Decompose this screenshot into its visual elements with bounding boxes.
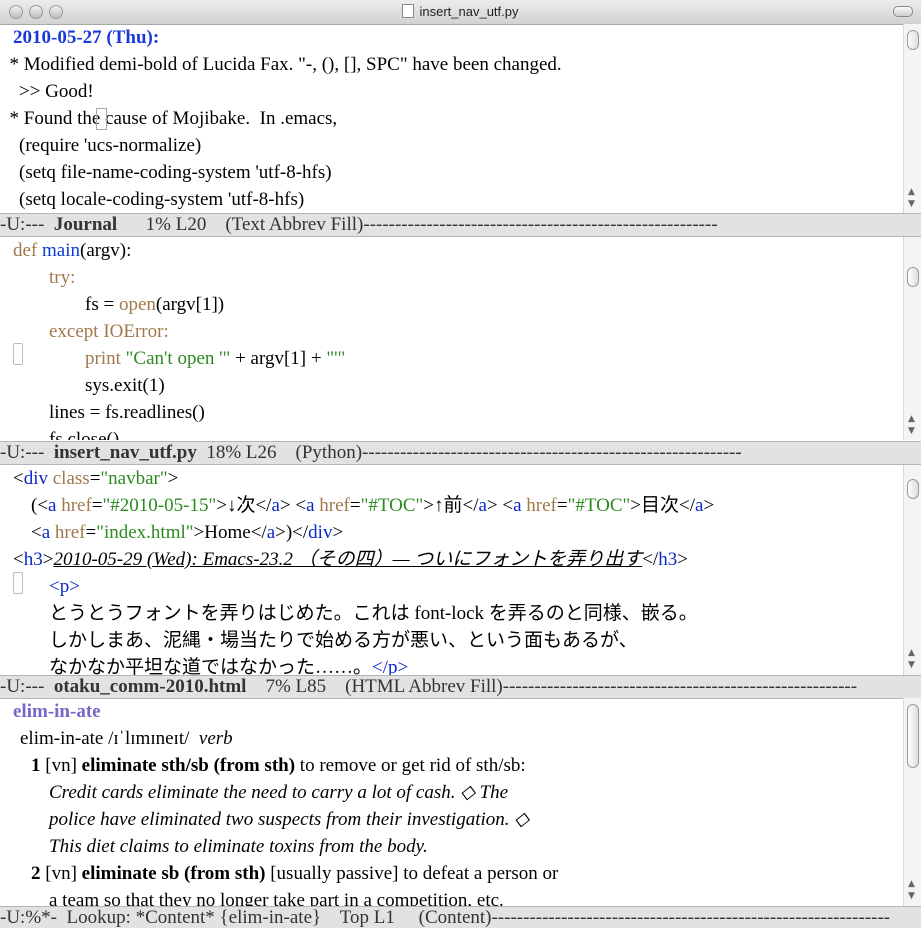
python-pane[interactable]: def main(argv): try: fs = open(argv[1]) … [0,237,904,440]
code-line-5: print "Can't open '" + argv[1] + "'" [85,348,346,369]
journal-scroll-thumb[interactable] [907,30,919,50]
lookup-sense-2: 2 [vn] eliminate sb (from sth) [usually … [31,863,559,884]
lookup-headword: elim-in-ate [13,701,101,722]
journal-line-4: (require 'ucs-normalize) [0,135,202,156]
journal-date-heading: 2010-05-27 (Thu): [13,27,160,48]
code-line-6: sys.exit(1) [85,375,165,396]
scroll-up-arrow-icon[interactable]: ▲ [908,188,915,197]
python-modeline: -U:--- insert_nav_utf.py 18% L26 (Python… [0,441,921,465]
lookup-sense-1: 1 [vn] eliminate sth/sb (from sth) to re… [31,755,526,776]
document-icon [402,4,415,18]
lookup-example-1: Credit cards eliminate the need to carry… [49,782,509,803]
html-line-3: <a href="index.html">Home</a>)</div> [31,522,344,543]
scroll-up-arrow-icon[interactable]: ▲ [908,649,915,658]
lookup-example-2: police have eliminated two suspects from… [49,809,529,830]
python-scrollbar[interactable]: ▲ ▼ [903,237,921,440]
html-modeline: -U:--- otaku_comm-2010.html 7% L85 (HTML… [0,675,921,699]
lookup-scrollbar[interactable]: ▲ ▼ [903,698,921,906]
journal-line-1: * Modified demi-bold of Lucida Fax. "-, … [0,54,562,75]
journal-line-6: (setq locale-coding-system 'utf-8-hfs) [0,189,305,210]
html-line-4: <h3>2010-05-29 (Wed): Emacs-23.2 （その四）— … [13,549,688,570]
text-cursor [96,108,107,130]
minibuffer[interactable] [0,928,921,950]
scroll-down-arrow-icon[interactable]: ▼ [908,200,915,209]
journal-scrollbar[interactable]: ▲ ▼ [903,24,921,213]
journal-line-5: (setq file-name-coding-system 'utf-8-hfs… [0,162,332,183]
window-title-area: insert_nav_utf.py [0,4,921,19]
toolbar-toggle-button[interactable] [893,6,913,17]
html-line-2: (<a href="#2010-05-15">↓次</a> <a href="#… [31,495,715,516]
lookup-pane[interactable]: elim-in-ate elim-in-ate /ɪˈlɪmɪneɪt/ ver… [0,698,904,906]
scroll-down-arrow-icon[interactable]: ▼ [908,892,915,901]
code-line-3: fs = open(argv[1]) [85,294,225,315]
python-scroll-thumb[interactable] [907,267,919,287]
scroll-up-arrow-icon[interactable]: ▲ [908,880,915,889]
code-line-4: except IOError: [49,321,169,342]
scroll-down-arrow-icon[interactable]: ▼ [908,661,915,670]
html-line-7: しかしまあ、泥縄・場当たりで始める方が悪い、という面もあるが、 [49,630,638,651]
lookup-example-3: This diet claims to eliminate toxins fro… [49,836,428,857]
html-line-5: <p> [49,576,80,597]
window-titlebar: insert_nav_utf.py [0,0,921,25]
lookup-pronunciation: elim-in-ate /ɪˈlɪmɪneɪt/ verb [20,728,233,749]
journal-modeline: -U:--- Journal 1% L20 (Text Abbrev Fill)… [0,213,921,237]
journal-line-3: * Found the cause of Mojibake. In .emacs… [0,108,338,129]
lookup-scroll-thumb[interactable] [907,704,919,768]
lookup-modeline: -U:%*- Lookup: *Content* {elim-in-ate} T… [0,906,921,930]
journal-line-2: >> Good! [0,81,94,102]
lookup-sense-2-cont: a team so that they no longer take part … [49,890,504,906]
fringe-marker-icon [13,572,23,594]
code-line-1: def main(argv): [13,240,132,261]
fringe-marker-icon [13,343,23,365]
html-line-6: とうとうフォントを弄りはじめた。これは font-lock を弄るのと同様、嵌る… [49,603,698,624]
html-line-1: <div class="navbar"> [13,468,179,489]
code-line-7: lines = fs.readlines() [49,402,205,423]
scroll-down-arrow-icon[interactable]: ▼ [908,427,915,436]
window-title: insert_nav_utf.py [419,4,519,19]
code-line-2: try: [49,267,76,288]
html-pane[interactable]: <div class="navbar"> (<a href="#2010-05-… [0,465,904,675]
code-line-8: fs.close() [49,429,120,440]
html-line-8: なかなか平坦な道ではなかった……。</p> [49,657,409,675]
html-scroll-thumb[interactable] [907,479,919,499]
scroll-up-arrow-icon[interactable]: ▲ [908,415,915,424]
journal-pane[interactable]: 2010-05-27 (Thu): * Modified demi-bold o… [0,24,904,213]
html-scrollbar[interactable]: ▲ ▼ [903,465,921,675]
